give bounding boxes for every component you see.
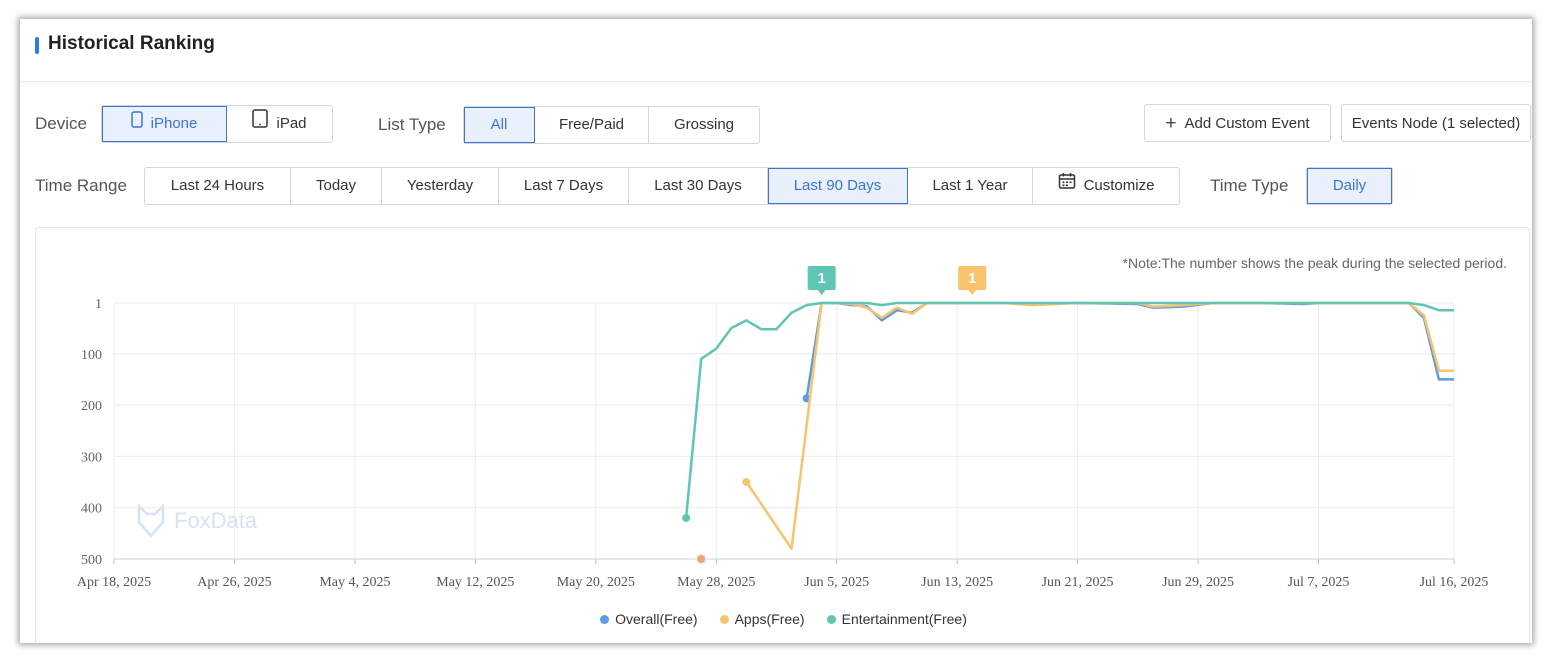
list-type-option-free-paid[interactable]: Free/Paid: [535, 107, 649, 143]
time-range-label: Time Range: [35, 176, 127, 195]
historical-ranking-panel: Historical Ranking Device iPhone iPad Li…: [20, 19, 1532, 643]
time-range-customize[interactable]: Customize: [1033, 168, 1179, 204]
chart-container: *Note:The number shows the peak during t…: [35, 227, 1530, 643]
y-tick-label: 200: [81, 399, 102, 414]
legend-dot-icon: [826, 614, 836, 624]
legend-label: Entertainment(Free): [841, 611, 967, 627]
y-tick-label: 500: [81, 553, 102, 568]
series-line-2: [684, 301, 1454, 519]
x-tick-label: Jun 13, 2025: [921, 575, 993, 590]
time-range-last-1-year[interactable]: Last 1 Year: [908, 168, 1033, 204]
device-option-iphone-label: iPhone: [150, 115, 198, 132]
legend-dot-icon: [719, 614, 729, 624]
y-tick-label: 300: [81, 450, 102, 465]
device-option-ipad[interactable]: iPad: [227, 106, 332, 142]
series-line-0: [805, 301, 1454, 399]
x-tick-label: Jul 16, 2025: [1420, 575, 1489, 590]
time-range-today[interactable]: Today: [291, 168, 382, 204]
legend-dot-icon: [600, 614, 610, 624]
list-type-option-all[interactable]: All: [464, 107, 535, 143]
time-type-daily[interactable]: Daily: [1307, 168, 1392, 204]
isolated-marker: [697, 555, 706, 563]
legend-item[interactable]: Overall(Free): [600, 611, 698, 627]
legend-item[interactable]: Entertainment(Free): [826, 611, 967, 627]
x-tick-label: May 20, 2025: [557, 575, 635, 590]
y-tick-label: 400: [81, 502, 102, 517]
x-tick-label: Jun 29, 2025: [1162, 575, 1234, 590]
time-range-last-24-hours[interactable]: Last 24 Hours: [145, 168, 291, 204]
panel-title: Historical Ranking: [48, 33, 215, 54]
time-range-customize-label: Customize: [1083, 177, 1155, 194]
add-custom-event-label: Add Custom Event: [1184, 114, 1310, 132]
add-custom-event-button[interactable]: + Add Custom Event: [1144, 104, 1331, 142]
calendar-icon: [1058, 168, 1076, 204]
time-type-selector: Daily: [1306, 167, 1393, 205]
series-line-1: [745, 301, 1454, 550]
device-selector: iPhone iPad: [101, 105, 333, 143]
peak-marker-label: 1: [817, 270, 825, 287]
time-type-label: Time Type: [1210, 176, 1289, 195]
x-tick-label: May 12, 2025: [436, 575, 514, 590]
peak-marker-label: 1: [968, 270, 976, 287]
title-accent-bar: [35, 37, 39, 54]
time-range-selector: Last 24 Hours Today Yesterday Last 7 Day…: [144, 167, 1180, 205]
time-range-last-30-days[interactable]: Last 30 Days: [629, 168, 768, 204]
iphone-icon: [130, 106, 143, 142]
device-option-iphone[interactable]: iPhone: [102, 106, 227, 142]
events-node-button[interactable]: Events Node (1 selected): [1341, 104, 1531, 142]
list-type-label: List Type: [378, 115, 446, 134]
legend-label: Overall(Free): [615, 611, 698, 627]
legend-label: Apps(Free): [734, 611, 805, 627]
x-tick-label: Apr 26, 2025: [197, 575, 271, 590]
device-option-ipad-label: iPad: [276, 115, 307, 132]
time-range-yesterday[interactable]: Yesterday: [382, 168, 499, 204]
x-tick-label: Apr 18, 2025: [77, 575, 151, 590]
list-type-option-grossing[interactable]: Grossing: [649, 107, 759, 143]
y-tick-label: 100: [81, 348, 102, 363]
y-tick-label: 1: [95, 297, 102, 312]
plus-icon: +: [1165, 112, 1177, 134]
panel-header: Historical Ranking: [20, 19, 1532, 82]
ipad-icon: [252, 106, 269, 142]
x-tick-label: May 28, 2025: [677, 575, 755, 590]
chart-legend: Overall(Free) Apps(Free) Entertainment(Fre…: [36, 611, 1531, 627]
ranking-chart: 1 100 200 300 400 500 Apr 18, 2025 Apr 26, 2025…: [77, 266, 1489, 590]
time-range-last-90-days[interactable]: Last 90 Days: [768, 168, 908, 204]
list-type-selector: All Free/Paid Grossing: [463, 106, 760, 144]
x-tick-label: May 4, 2025: [319, 575, 390, 590]
device-label: Device: [35, 114, 87, 133]
legend-item[interactable]: Apps(Free): [719, 611, 805, 627]
time-range-last-7-days[interactable]: Last 7 Days: [499, 168, 629, 204]
x-tick-label: Jul 7, 2025: [1288, 575, 1350, 590]
x-tick-label: Jun 21, 2025: [1042, 575, 1114, 590]
x-tick-label: Jun 5, 2025: [804, 575, 869, 590]
